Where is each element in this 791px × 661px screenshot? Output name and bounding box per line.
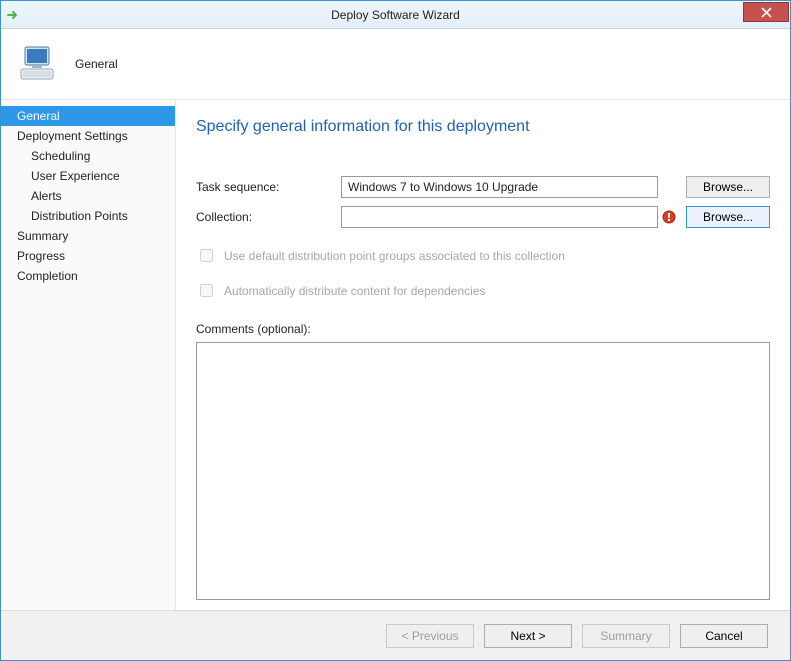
page-headline: Specify general information for this dep… <box>196 118 770 136</box>
comments-label: Comments (optional): <box>196 322 770 336</box>
collection-row: Collection: Browse... <box>196 206 770 228</box>
computer-icon <box>19 43 61 85</box>
task-sequence-browse-button[interactable]: Browse... <box>686 176 770 198</box>
auto-distribute-checkbox <box>200 284 213 297</box>
use-default-dp-checkbox <box>200 249 213 262</box>
titlebar: Deploy Software Wizard <box>1 1 790 29</box>
sidebar-item-progress[interactable]: Progress <box>1 246 175 266</box>
wizard-footer: < Previous Next > Summary Cancel <box>1 610 790 660</box>
task-sequence-input[interactable] <box>341 176 658 198</box>
collection-browse-button[interactable]: Browse... <box>686 206 770 228</box>
task-sequence-label: Task sequence: <box>196 180 341 194</box>
sidebar-item-completion[interactable]: Completion <box>1 266 175 286</box>
collection-label: Collection: <box>196 210 341 224</box>
sidebar-item-user-experience[interactable]: User Experience <box>1 166 175 186</box>
sidebar-item-scheduling[interactable]: Scheduling <box>1 146 175 166</box>
sidebar-item-summary[interactable]: Summary <box>1 226 175 246</box>
main-panel: Specify general information for this dep… <box>176 100 790 610</box>
auto-distribute-label: Automatically distribute content for dep… <box>224 284 486 298</box>
wizard-body: General Deployment Settings Scheduling U… <box>1 99 790 610</box>
sidebar-item-general[interactable]: General <box>1 106 175 126</box>
task-sequence-row: Task sequence: Browse... <box>196 176 770 198</box>
summary-button: Summary <box>582 624 670 648</box>
auto-distribute-row: Automatically distribute content for dep… <box>196 281 770 300</box>
cancel-button[interactable]: Cancel <box>680 624 768 648</box>
use-default-dp-row: Use default distribution point groups as… <box>196 246 770 265</box>
sidebar-item-distribution-points[interactable]: Distribution Points <box>1 206 175 226</box>
previous-button: < Previous <box>386 624 474 648</box>
banner-heading: General <box>75 57 118 71</box>
use-default-dp-label: Use default distribution point groups as… <box>224 249 565 263</box>
collection-input[interactable] <box>341 206 658 228</box>
comments-textarea[interactable] <box>196 342 770 600</box>
next-button[interactable]: Next > <box>484 624 572 648</box>
window-title: Deploy Software Wizard <box>1 8 790 22</box>
close-button[interactable] <box>743 2 789 22</box>
sidebar-item-alerts[interactable]: Alerts <box>1 186 175 206</box>
wizard-steps-sidebar: General Deployment Settings Scheduling U… <box>1 100 176 610</box>
sidebar-item-deployment-settings[interactable]: Deployment Settings <box>1 126 175 146</box>
banner: General <box>1 29 790 99</box>
close-icon <box>761 7 772 18</box>
error-icon <box>658 210 680 224</box>
